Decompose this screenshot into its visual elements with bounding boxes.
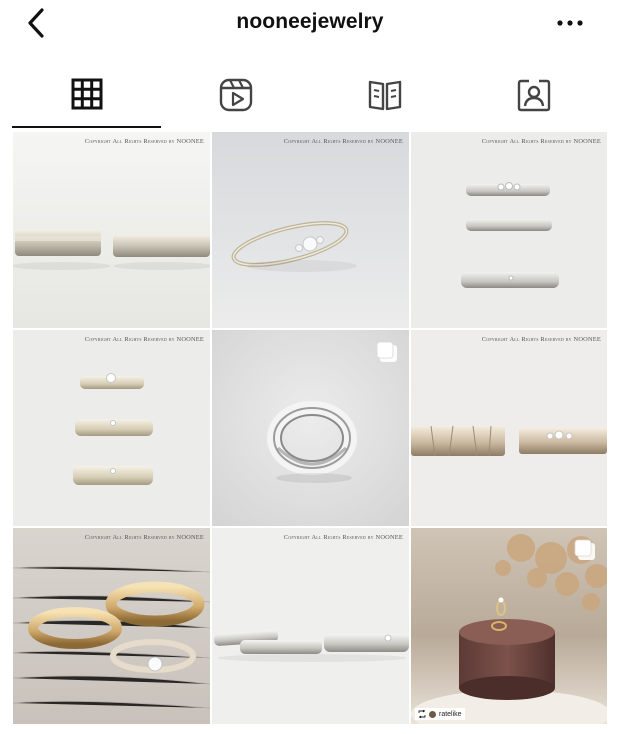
post-thumbnail[interactable] (212, 330, 409, 526)
tagged-icon (517, 79, 550, 112)
guide-icon (368, 80, 401, 111)
profile-header: nooneejewelry (0, 0, 620, 50)
tab-reels[interactable] (161, 70, 310, 130)
profile-tabs (12, 70, 608, 130)
post-thumbnail[interactable]: Copyright All Rights Reserved by NOONEE (13, 528, 210, 724)
copyright-watermark: Copyright All Rights Reserved by NOONEE (84, 138, 204, 145)
copyright-watermark: Copyright All Rights Reserved by NOONEE (84, 534, 204, 541)
copyright-watermark: Copyright All Rights Reserved by NOONEE (481, 138, 601, 145)
post-thumbnail[interactable]: Copyright All Rights Reserved by NOONEE (212, 528, 409, 724)
post-thumbnail[interactable]: Copyright All Rights Reserved by NOONEE (13, 330, 210, 526)
post-thumbnail[interactable]: ratelike (411, 528, 607, 724)
post-image (13, 528, 210, 724)
grid-icon (71, 78, 102, 110)
copyright-watermark: Copyright All Rights Reserved by NOONEE (283, 138, 403, 145)
post-thumbnail[interactable]: Copyright All Rights Reserved by NOONEE (212, 132, 409, 328)
tab-guides[interactable] (310, 70, 459, 130)
profile-username: nooneejewelry (236, 10, 384, 33)
more-options-button[interactable] (550, 10, 590, 34)
more-horizontal-icon (557, 20, 583, 26)
multiple-photos-icon (376, 341, 397, 362)
repost-icon (418, 710, 426, 718)
copyright-watermark: Copyright All Rights Reserved by NOONEE (283, 534, 403, 541)
repost-attribution[interactable]: ratelike (415, 708, 465, 720)
repost-username: ratelike (439, 710, 462, 718)
post-image (411, 330, 607, 526)
copyright-watermark: Copyright All Rights Reserved by NOONEE (481, 336, 601, 343)
post-thumbnail[interactable]: Copyright All Rights Reserved by NOONEE (411, 330, 607, 526)
post-image (212, 132, 409, 328)
post-image (13, 330, 210, 526)
avatar (429, 710, 436, 718)
tab-tagged[interactable] (459, 70, 608, 130)
post-thumbnail[interactable]: Copyright All Rights Reserved by NOONEE (411, 132, 607, 328)
post-image (212, 528, 409, 724)
post-image (411, 132, 607, 328)
posts-grid: Copyright All Rights Reserved by NOONEE … (13, 132, 607, 727)
copyright-watermark: Copyright All Rights Reserved by NOONEE (84, 336, 204, 343)
post-thumbnail[interactable]: Copyright All Rights Reserved by NOONEE (13, 132, 210, 328)
post-image (13, 132, 210, 328)
reels-icon (219, 78, 252, 112)
multiple-photos-icon (574, 539, 595, 560)
tab-posts-grid[interactable] (12, 70, 161, 130)
